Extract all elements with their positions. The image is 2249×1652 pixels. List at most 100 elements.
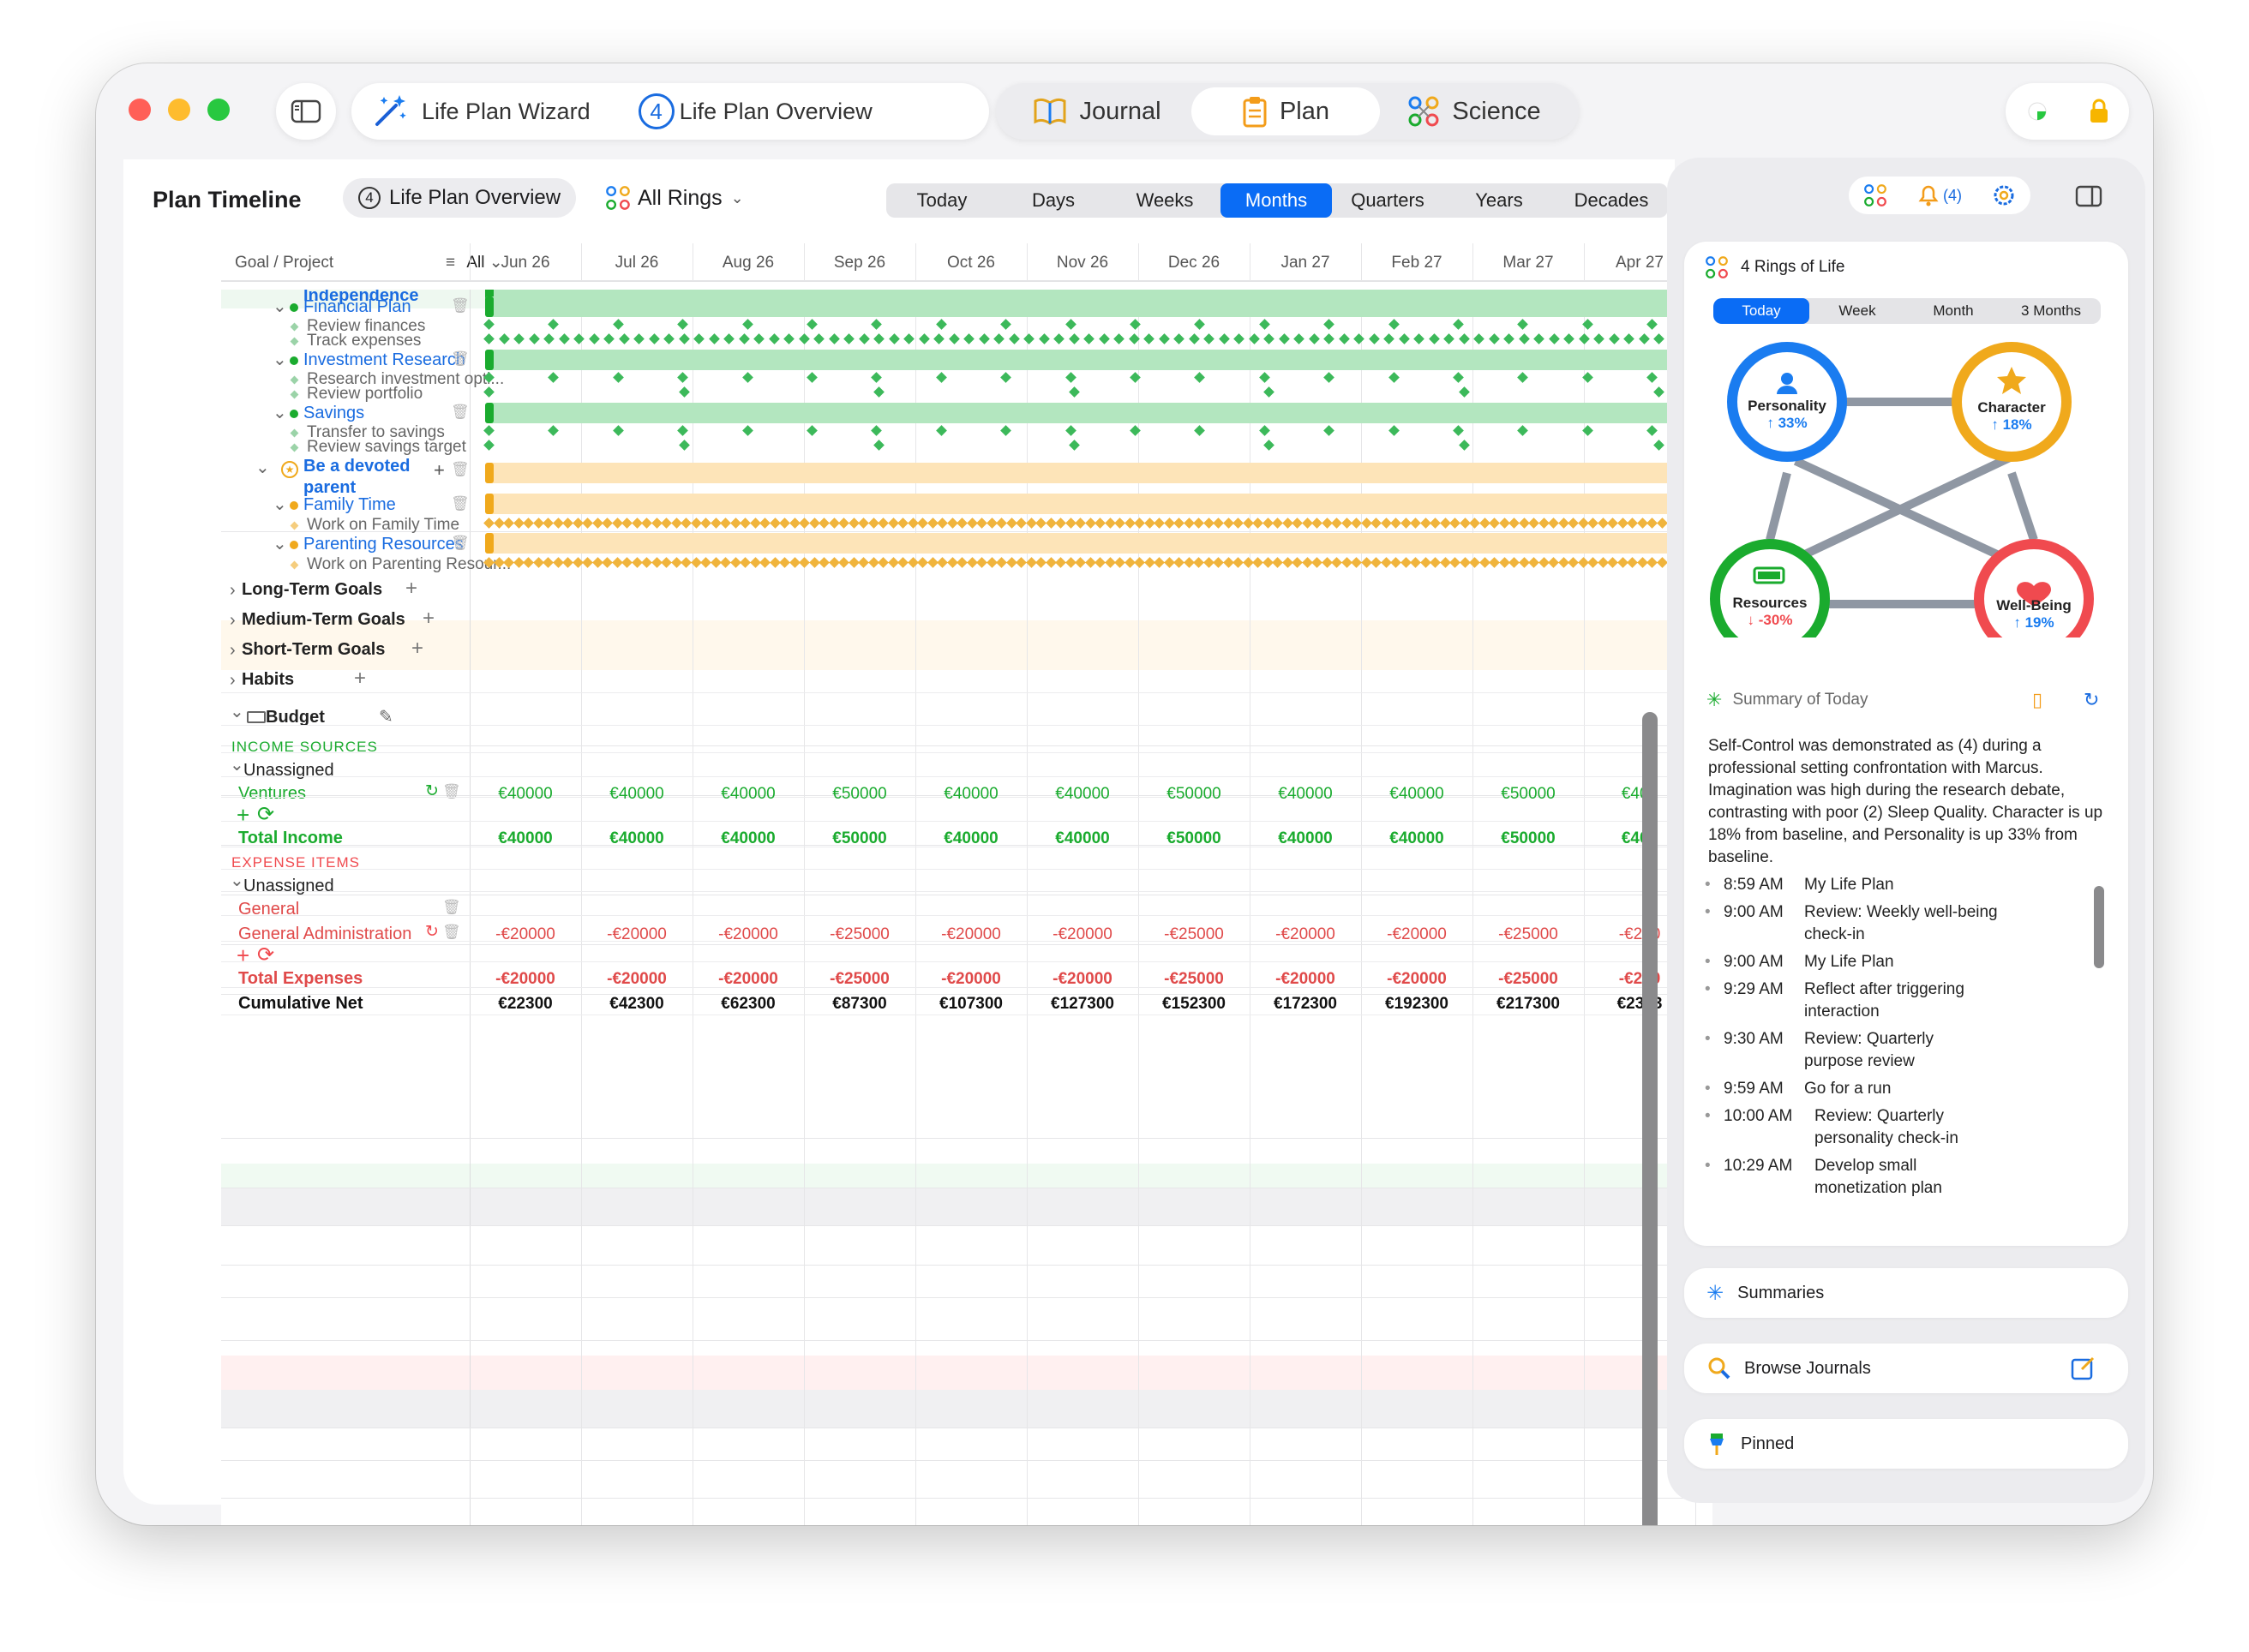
milestone-marker[interactable] — [937, 557, 948, 568]
budget-amount-cell[interactable]: €50000 — [1138, 829, 1250, 848]
milestone-marker[interactable] — [1608, 333, 1620, 344]
budget-amount-cell[interactable]: €50000 — [1472, 785, 1584, 804]
milestone-marker[interactable] — [1232, 557, 1244, 568]
milestone-marker[interactable] — [1489, 518, 1500, 529]
milestone-marker[interactable] — [602, 518, 613, 529]
milestone-marker[interactable] — [1568, 557, 1579, 568]
milestone-marker[interactable] — [503, 518, 514, 529]
milestone-marker[interactable] — [1114, 557, 1125, 568]
milestone-marker[interactable] — [641, 557, 652, 568]
milestone-marker[interactable] — [1218, 333, 1230, 344]
milestone-marker[interactable] — [843, 333, 855, 344]
tab-journal[interactable]: Journal — [1003, 87, 1191, 135]
milestone-marker[interactable] — [878, 557, 889, 568]
trash-icon[interactable]: 🗑 — [451, 461, 470, 478]
milestone-marker[interactable] — [740, 518, 751, 529]
milestone-marker[interactable] — [897, 518, 909, 529]
milestone-marker[interactable] — [871, 319, 883, 330]
chevron-right-icon[interactable]: › — [230, 612, 236, 629]
gear-icon[interactable] — [1992, 183, 2016, 207]
milestone-marker[interactable] — [1638, 333, 1650, 344]
budget-amount-cell[interactable]: €22300 — [470, 995, 581, 1014]
tab-plan[interactable]: Plan — [1191, 87, 1380, 135]
milestone-marker[interactable] — [693, 333, 705, 344]
milestone-marker[interactable] — [1193, 557, 1204, 568]
milestone-marker[interactable] — [1563, 333, 1574, 344]
milestone-marker[interactable] — [1035, 518, 1047, 529]
milestone-marker[interactable] — [1053, 333, 1065, 344]
chevron-right-icon[interactable]: › — [230, 582, 236, 599]
milestone-marker[interactable] — [1068, 440, 1080, 451]
milestone-marker[interactable] — [612, 372, 624, 383]
milestone-marker[interactable] — [548, 319, 560, 330]
milestone-marker[interactable] — [828, 333, 840, 344]
milestone-marker[interactable] — [1194, 372, 1206, 383]
milestone-marker[interactable] — [483, 319, 495, 330]
milestone-marker[interactable] — [1098, 333, 1110, 344]
budget-amount-cell[interactable]: -€20000 — [470, 970, 581, 989]
budget-amount-cell[interactable]: €40000 — [1361, 829, 1472, 848]
milestone-marker[interactable] — [1646, 518, 1658, 529]
milestone-marker[interactable] — [819, 557, 830, 568]
milestone-marker[interactable] — [741, 319, 753, 330]
milestone-marker[interactable] — [612, 319, 624, 330]
milestone-marker[interactable] — [678, 440, 690, 451]
milestone-marker[interactable] — [1188, 333, 1200, 344]
milestone-marker[interactable] — [1548, 557, 1559, 568]
milestone-marker[interactable] — [1413, 333, 1424, 344]
milestone-marker[interactable] — [1398, 333, 1410, 344]
milestone-marker[interactable] — [1331, 557, 1342, 568]
copy-icon[interactable]: ▯ — [2032, 689, 2042, 711]
milestone-marker[interactable] — [1134, 557, 1145, 568]
chevron-right-icon[interactable]: › — [230, 672, 236, 689]
add-recurring-income-icon[interactable]: ⟳ — [257, 802, 274, 827]
project-label-parenting-resources[interactable]: Parenting Resources — [303, 535, 464, 554]
milestone-marker[interactable] — [858, 518, 869, 529]
activity-item[interactable]: • 9:30 AM Review: Quarterly purpose review — [1705, 1028, 2082, 1073]
budget-amount-cell[interactable]: €42300 — [581, 995, 693, 1014]
milestone-marker[interactable] — [1000, 425, 1012, 436]
milestone-marker[interactable] — [740, 557, 751, 568]
milestone-marker[interactable] — [1068, 333, 1080, 344]
milestone-marker[interactable] — [1653, 386, 1664, 398]
milestone-marker[interactable] — [483, 440, 495, 451]
milestone-marker[interactable] — [1193, 518, 1204, 529]
milestone-marker[interactable] — [523, 518, 534, 529]
milestone-marker[interactable] — [1646, 557, 1658, 568]
milestone-marker[interactable] — [1065, 319, 1077, 330]
milestone-marker[interactable] — [838, 557, 849, 568]
milestone-marker[interactable] — [1311, 557, 1322, 568]
tab-life-plan-wizard[interactable]: Life Plan Wizard — [370, 92, 591, 131]
milestone-marker[interactable] — [1323, 425, 1335, 436]
milestone-marker[interactable] — [1323, 319, 1335, 330]
milestone-marker[interactable] — [1646, 372, 1658, 383]
section-long-term-goals[interactable]: Long-Term Goals — [242, 580, 382, 600]
trash-icon[interactable]: 🗑 — [451, 495, 470, 512]
pinned-item[interactable]: Pinned — [1684, 1419, 2128, 1469]
milestone-marker[interactable] — [573, 333, 585, 344]
budget-amount-cell[interactable]: €50000 — [1138, 785, 1250, 804]
milestone-marker[interactable] — [1173, 557, 1184, 568]
milestone-marker[interactable] — [1517, 425, 1529, 436]
chevron-down-icon[interactable]: ⌄ — [273, 496, 287, 513]
milestone-marker[interactable] — [661, 518, 672, 529]
bar-start-handle[interactable] — [485, 494, 494, 514]
milestone-marker[interactable] — [878, 518, 889, 529]
milestone-marker[interactable] — [582, 557, 593, 568]
milestone-marker[interactable] — [681, 518, 692, 529]
activity-item[interactable]: • 9:29 AM Reflect after triggering interact… — [1705, 979, 2082, 1023]
milestone-marker[interactable] — [1443, 333, 1454, 344]
milestone-marker[interactable] — [558, 333, 570, 344]
budget-amount-cell[interactable]: -€20000 — [1250, 925, 1361, 944]
milestone-marker[interactable] — [858, 557, 869, 568]
activity-item[interactable]: • 10:00 AM Review: Quarterly personality ch… — [1705, 1105, 2082, 1150]
minimize-window-button[interactable] — [168, 99, 190, 121]
chevron-down-icon[interactable]: ⌄ — [255, 459, 270, 476]
milestone-marker[interactable] — [993, 333, 1005, 344]
milestone-marker[interactable] — [513, 333, 525, 344]
milestone-marker[interactable] — [871, 425, 883, 436]
milestone-marker[interactable] — [618, 333, 630, 344]
chevron-down-icon[interactable]: ⌄ — [273, 298, 287, 315]
milestone-marker[interactable] — [1308, 333, 1320, 344]
milestone-marker[interactable] — [1428, 333, 1440, 344]
